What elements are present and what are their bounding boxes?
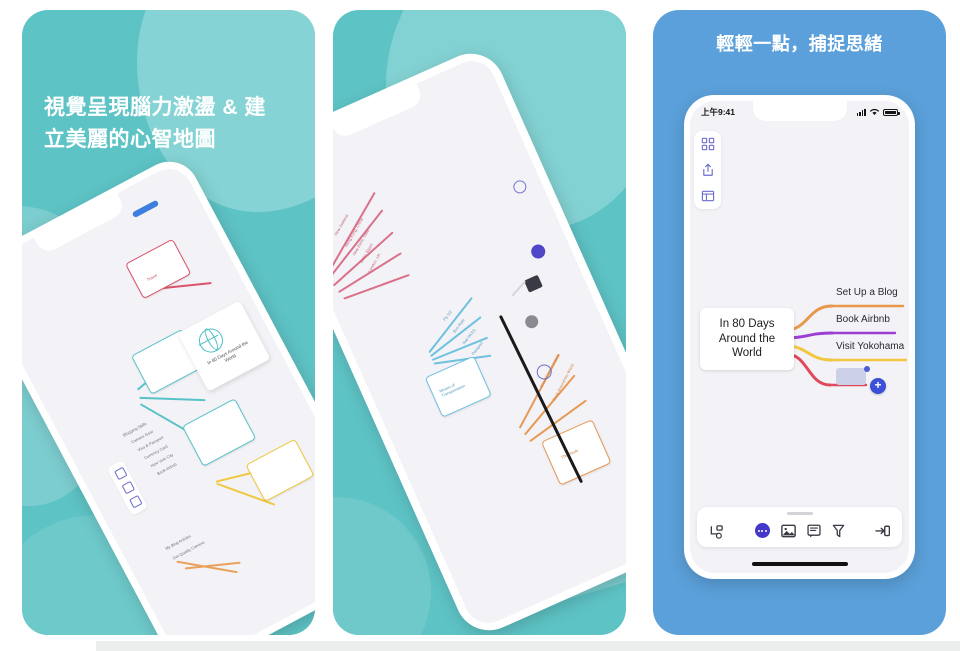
grid-icon[interactable] — [701, 137, 715, 151]
mindmap-branch-label[interactable]: Visit Yokohama — [836, 341, 904, 352]
bottom-toolbar[interactable] — [697, 507, 902, 547]
grid-icon[interactable] — [114, 466, 128, 481]
bottom-toolbar-center-group[interactable] — [754, 523, 845, 538]
purple-menu-icon[interactable] — [528, 242, 548, 261]
cellular-signal-icon — [856, 108, 866, 116]
screenshot-panel-2[interactable]: New Zealand Hong Kong, China New Delhi, … — [333, 10, 626, 635]
screenshot-panel-3[interactable]: 輕輕一點，捕捉思緒 上午9:41 In 80 Days Around the W… — [653, 10, 946, 635]
panel-1-headline: 視覺呈現腦力激盪 & 建 立美麗的心智地圖 — [44, 96, 266, 151]
more-dots-icon[interactable] — [754, 523, 770, 538]
screenshot-panel-1[interactable]: 視覺呈現腦力激盪 & 建 立美麗的心智地圖 Travel In 80 Days … — [22, 10, 315, 635]
status-bar: 上午9:41 — [690, 101, 909, 123]
phone-mockup-1: Travel In 80 Days Around the World Blogg… — [22, 151, 315, 635]
link-out-icon[interactable] — [875, 524, 890, 538]
mindmap-branch-label[interactable]: Set Up a Blog — [836, 287, 898, 298]
drag-grip[interactable] — [786, 512, 813, 515]
app-store-screenshot-gallery: 視覺呈現腦力激盪 & 建 立美麗的心智地圖 Travel In 80 Days … — [0, 0, 960, 651]
wifi-icon — [870, 108, 879, 115]
clock-icon[interactable] — [511, 178, 529, 196]
phone-2-mindmap: New Zealand Hong Kong, China New Delhi, … — [333, 53, 626, 630]
add-node-icon[interactable] — [709, 524, 724, 539]
phone-1-left-toolbar[interactable] — [106, 459, 149, 517]
page-bottom-strip-left — [0, 641, 96, 651]
phone-1-screen: Travel In 80 Days Around the World Blogg… — [22, 160, 315, 635]
note-icon[interactable] — [806, 524, 821, 538]
phone-mockup-3: 上午9:41 In 80 Days Around the World Set U… — [684, 95, 915, 579]
image-icon[interactable] — [780, 524, 796, 538]
mindmap-canvas[interactable]: In 80 Days Around the World Set Up a Blo… — [690, 286, 909, 426]
phone-mockup-2: New Zealand Hong Kong, China New Delhi, … — [333, 42, 626, 635]
selection-pill — [131, 199, 160, 219]
layout-icon[interactable] — [129, 494, 143, 509]
drag-grip[interactable] — [511, 280, 527, 297]
mindmap-root-node[interactable]: In 80 Days Around the World — [700, 308, 794, 371]
filter-icon[interactable] — [832, 524, 845, 538]
left-toolbar[interactable] — [694, 131, 721, 209]
status-time: 上午9:41 — [701, 107, 736, 117]
page-bottom-strip — [0, 641, 960, 651]
phone-2-screen: New Zealand Hong Kong, China New Delhi, … — [333, 53, 626, 631]
mindmap-empty-node[interactable] — [836, 368, 866, 385]
layout-icon[interactable] — [701, 189, 715, 203]
panel-3-headline: 輕輕一點，捕捉思緒 — [716, 34, 883, 54]
status-indicators — [856, 108, 900, 116]
mindmap-node-handle[interactable] — [864, 366, 870, 372]
phone-3-screen: 上午9:41 In 80 Days Around the World Set U… — [690, 101, 909, 573]
image-icon[interactable] — [523, 274, 543, 293]
share-icon[interactable] — [701, 163, 715, 177]
home-indicator — [751, 562, 848, 566]
mindmap-branch-label[interactable]: Book Airbnb — [836, 314, 890, 325]
add-node-button[interactable]: + — [870, 378, 886, 394]
emoji-icon[interactable] — [523, 313, 541, 331]
accent-bar — [498, 314, 584, 484]
share-icon[interactable] — [121, 480, 136, 495]
battery-icon — [883, 108, 900, 116]
